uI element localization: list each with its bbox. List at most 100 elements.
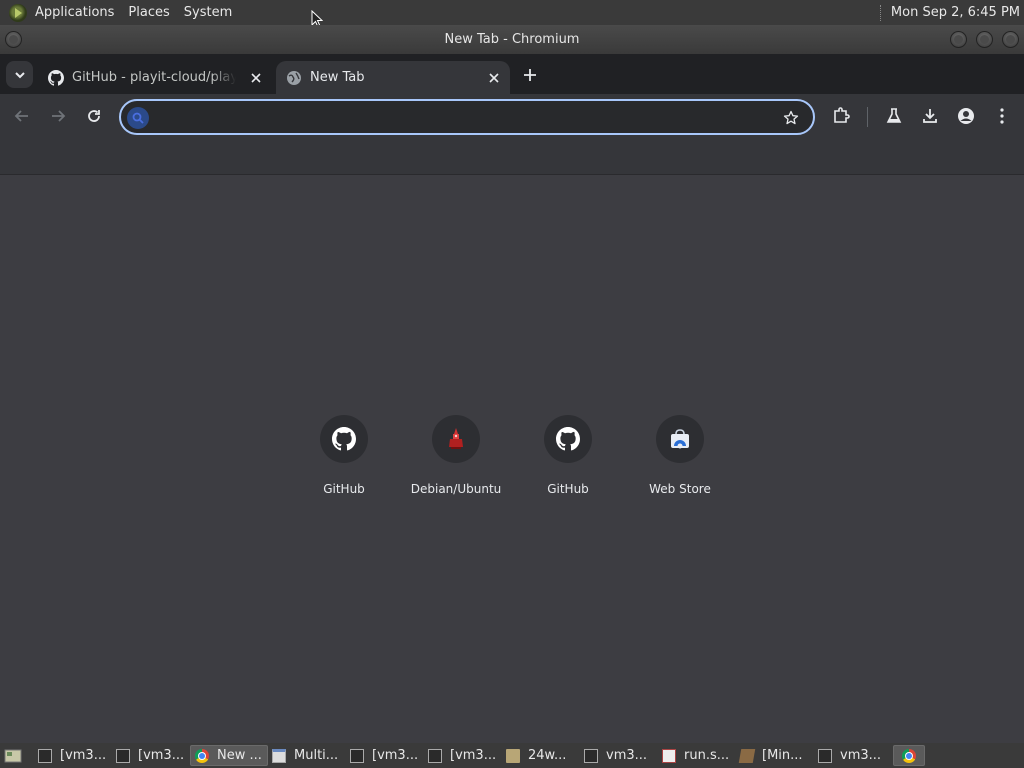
shortcut-github-2[interactable]: GitHub	[512, 415, 624, 505]
shortcut-label: GitHub	[323, 482, 365, 496]
terminal-icon	[818, 748, 832, 763]
taskbar-item-label: [vm3...	[60, 748, 107, 763]
minimize-button[interactable]	[950, 31, 967, 48]
taskbar-item[interactable]: [vm3...	[112, 745, 190, 766]
bookmark-star-button[interactable]	[781, 108, 801, 128]
shortcut-tile	[432, 415, 480, 463]
web-store-icon	[671, 429, 689, 449]
tab-title: New Tab	[310, 70, 365, 85]
shortcut-github[interactable]: GitHub	[288, 415, 400, 505]
shortcut-tile	[320, 415, 368, 463]
taskbar-item-label: vm3...	[840, 748, 882, 763]
tab-github[interactable]: GitHub - playit-cloud/playit-agent	[38, 61, 274, 94]
reload-icon	[88, 110, 100, 122]
search-icon	[132, 112, 144, 124]
flask-icon	[886, 108, 902, 123]
more-vert-icon	[1000, 108, 1004, 124]
maximize-button[interactable]	[976, 31, 993, 48]
clock-area: Mon Sep 2, 6:45 PM	[879, 0, 1024, 25]
close-tab-icon[interactable]	[485, 69, 503, 87]
downloads-button[interactable]	[918, 104, 942, 128]
clock[interactable]: Mon Sep 2, 6:45 PM	[891, 5, 1024, 20]
panel-menu: Applications Places System	[0, 0, 239, 25]
close-tab-icon[interactable]	[247, 69, 265, 87]
puzzle-icon	[834, 107, 850, 123]
show-desktop-icon	[4, 749, 22, 762]
taskbar-item[interactable]: [vm3...	[34, 745, 112, 766]
text-editor-icon	[662, 748, 676, 763]
tab-new-tab[interactable]: New Tab	[276, 61, 510, 94]
forward-button[interactable]	[46, 104, 70, 128]
places-menu[interactable]: Places	[121, 0, 176, 25]
window-title: New Tab - Chromium	[444, 32, 580, 47]
back-button[interactable]	[10, 104, 34, 128]
taskbar-item[interactable]: [vm3...	[346, 745, 424, 766]
taskbar-item-label: New ...	[217, 748, 262, 763]
taskbar-item-label: [Min...	[762, 748, 803, 763]
github-icon	[556, 427, 580, 451]
omnibox[interactable]	[119, 99, 815, 135]
shortcut-debian-ubuntu[interactable]: Debian/Ubuntu	[400, 415, 512, 505]
taskbar-item[interactable]: [Min...	[736, 745, 814, 766]
debian-ubuntu-icon	[449, 428, 463, 449]
menu-button[interactable]	[990, 104, 1014, 128]
tab-strip: GitHub - playit-cloud/playit-agent New T…	[0, 54, 1024, 94]
terminal-icon	[116, 748, 130, 763]
shortcut-tile	[544, 415, 592, 463]
shortcut-web-store[interactable]: Web Store	[624, 415, 736, 505]
taskbar-item-label: [vm3...	[372, 748, 419, 763]
plus-icon	[524, 69, 536, 81]
close-window-button[interactable]	[1002, 31, 1019, 48]
shortcut-tile	[656, 415, 704, 463]
shortcut-label: Debian/Ubuntu	[410, 482, 502, 496]
profile-button[interactable]	[954, 104, 978, 128]
tab-title: GitHub - playit-cloud/playit-agent	[72, 70, 236, 85]
distro-logo-icon[interactable]	[9, 3, 27, 22]
taskbar-item-label: [vm3...	[138, 748, 185, 763]
terminal-icon	[584, 748, 598, 763]
applications-menu[interactable]: Applications	[28, 0, 121, 25]
chromium-icon	[195, 748, 209, 763]
system-menu[interactable]: System	[177, 0, 239, 25]
taskbar-item-label: Multi...	[294, 748, 339, 763]
window-menu-button[interactable]	[5, 31, 22, 48]
window-icon	[272, 748, 286, 763]
terminal-icon	[350, 748, 364, 763]
taskbar-item[interactable]: [vm3...	[424, 745, 502, 766]
account-icon	[958, 108, 974, 124]
arrow-right-icon	[52, 110, 66, 122]
github-icon	[48, 69, 64, 86]
arrow-left-icon	[14, 110, 28, 122]
omnibox-search-icon	[127, 107, 149, 129]
taskbar-item-label: 24w...	[528, 748, 567, 763]
chromium-icon	[902, 748, 916, 763]
star-icon	[783, 110, 799, 125]
taskbar-item[interactable]	[893, 745, 925, 766]
tab-search-button[interactable]	[6, 61, 33, 88]
labs-button[interactable]	[882, 104, 906, 128]
shortcut-label: Web Store	[649, 482, 711, 496]
minecraft-icon	[738, 748, 756, 763]
taskbar-item-label: run.s...	[684, 748, 730, 763]
shortcut-label: GitHub	[547, 482, 589, 496]
address-bar-input[interactable]	[155, 105, 775, 129]
toolbar-divider	[867, 107, 868, 127]
chevron-down-icon	[14, 71, 25, 78]
taskbar-item[interactable]: 24w...	[502, 745, 580, 766]
taskbar-item[interactable]: Multi...	[268, 745, 346, 766]
taskbar-item-label: vm3...	[606, 748, 648, 763]
panel-separator	[879, 4, 882, 21]
folder-icon	[506, 748, 520, 763]
extensions-button[interactable]	[829, 104, 853, 128]
new-tab-button[interactable]	[518, 63, 542, 87]
globe-icon	[287, 70, 301, 85]
show-desktop-button[interactable]	[0, 745, 26, 766]
window-titlebar[interactable]: New Tab - Chromium	[0, 25, 1024, 54]
taskbar-item-label: [vm3...	[450, 748, 497, 763]
taskbar-item[interactable]: vm3...	[580, 745, 658, 766]
taskbar-item[interactable]: vm3...	[814, 745, 892, 766]
reload-button[interactable]	[82, 104, 106, 128]
new-tab-page: GitHub Debian/Ubuntu GitHub Web Store	[0, 175, 1024, 743]
taskbar-item[interactable]: run.s...	[658, 745, 736, 766]
taskbar-item-active[interactable]: New ...	[190, 745, 268, 766]
